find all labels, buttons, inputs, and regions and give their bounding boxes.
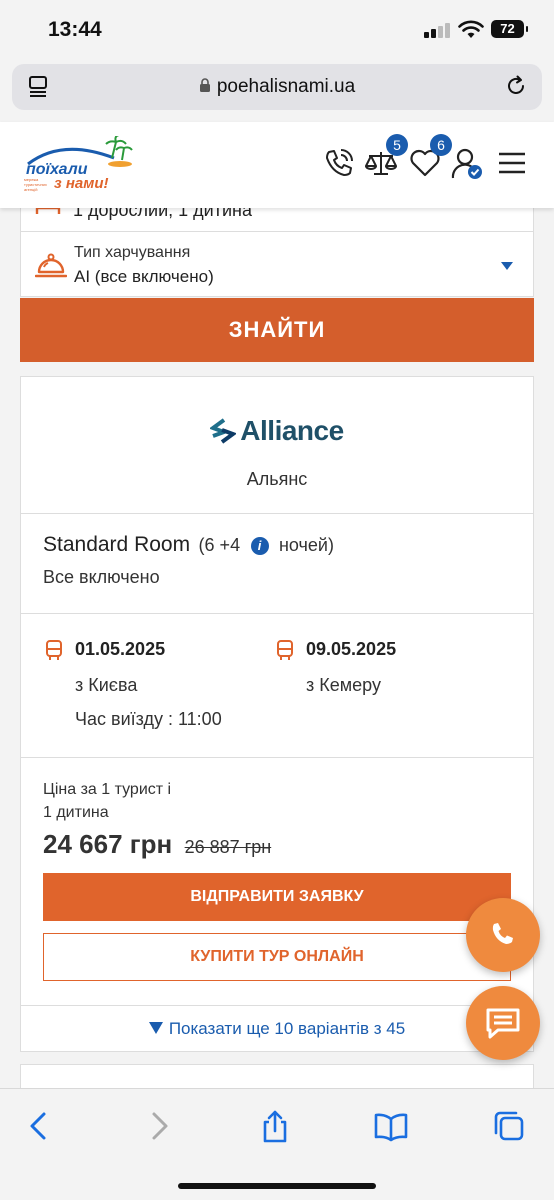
- call-fab-button[interactable]: [466, 898, 540, 972]
- hamburger-menu-icon[interactable]: [496, 146, 530, 180]
- next-tour-card: [20, 1064, 534, 1088]
- search-button[interactable]: ЗНАЙТИ: [20, 298, 534, 362]
- url-display[interactable]: poehalisnami.ua: [12, 76, 542, 98]
- bookmarks-icon[interactable]: [374, 1109, 408, 1143]
- operator-name: Альянс: [246, 469, 308, 489]
- compare-button[interactable]: 5: [364, 134, 408, 180]
- buy-tour-online-button[interactable]: КУПИТИ ТУР ОНЛАЙН: [43, 933, 511, 981]
- back-arrow-icon[interactable]: [22, 1109, 56, 1143]
- lock-icon: [199, 78, 210, 92]
- home-indicator: [178, 1183, 376, 1189]
- meal-plan: Все включено: [43, 567, 160, 587]
- operator-logo-text: Alliance: [240, 415, 344, 446]
- wifi-icon: [458, 20, 484, 38]
- share-icon[interactable]: [258, 1109, 292, 1143]
- chat-fab-button[interactable]: [466, 986, 540, 1060]
- dropdown-arrow-icon: [501, 262, 513, 270]
- price: 24 667 грн: [43, 829, 173, 859]
- price-label-line1: Ціна за 1 турист і: [43, 781, 172, 798]
- meal-type-select[interactable]: Тип харчування AI (все включено): [20, 231, 534, 297]
- nights-suffix: ночей): [278, 535, 334, 555]
- info-icon[interactable]: i: [250, 537, 269, 555]
- departure-time: Час виїзду : 11:00: [75, 709, 222, 729]
- phone-call-icon[interactable]: [322, 146, 356, 180]
- triangle-down-icon: [148, 1022, 163, 1034]
- url-text: poehalisnami.ua: [216, 76, 356, 97]
- logo-subtitle: мережа туристичних агенцій: [24, 177, 47, 192]
- bus-icon: [277, 640, 293, 660]
- price-row: 24 667 грн 26 887 грн: [43, 829, 271, 860]
- reload-icon[interactable]: [504, 74, 528, 98]
- chat-icon: [486, 1008, 520, 1039]
- site-header: поїхали з нами! мережа туристичних агенц…: [0, 122, 554, 208]
- favorites-button[interactable]: 6: [408, 134, 452, 180]
- old-price: 26 887 грн: [184, 837, 272, 857]
- divider: [21, 613, 533, 614]
- departure-city: з Києва: [75, 675, 138, 695]
- send-request-button[interactable]: ВІДПРАВИТИ ЗАЯВКУ: [43, 873, 511, 921]
- status-time: 13:44: [48, 18, 102, 41]
- tabs-icon[interactable]: [492, 1109, 526, 1143]
- address-bar[interactable]: poehalisnami.ua: [12, 64, 542, 110]
- compare-count-badge: 5: [386, 134, 408, 156]
- nights-prefix: (6 +4: [198, 535, 241, 555]
- user-account-icon[interactable]: [450, 146, 484, 180]
- forward-arrow-icon[interactable]: [142, 1109, 176, 1143]
- divider: [21, 513, 533, 514]
- show-more-variants-text: Показати ще 10 варіантів з 45: [168, 1019, 406, 1038]
- room-info: Standard Room (6 +4 i ночей): [43, 533, 334, 557]
- battery-icon: 72: [491, 20, 528, 38]
- meal-type-label: Тип харчування: [74, 244, 191, 261]
- divider: [21, 757, 533, 758]
- operator-logo: Alliance: [21, 415, 533, 447]
- phone-icon: [492, 923, 513, 944]
- food-cloche-icon: [35, 253, 67, 278]
- tour-offer-card: Alliance Альянс Standard Room (6 +4 i но…: [20, 376, 534, 1052]
- price-label-line2: 1 дитина: [43, 804, 109, 821]
- divider: [21, 1005, 533, 1006]
- meal-type-value: AI (все включено): [74, 267, 214, 286]
- show-more-variants-link[interactable]: Показати ще 10 варіантів з 45: [21, 1019, 533, 1039]
- return-date: 09.05.2025: [306, 639, 397, 659]
- cellular-signal-icon: [424, 22, 454, 38]
- bus-icon: [46, 640, 62, 660]
- site-logo[interactable]: поїхали з нами! мережа туристичних агенц…: [22, 134, 134, 196]
- logo-line2: з нами!: [54, 175, 109, 192]
- room-type: Standard Room: [43, 533, 191, 556]
- return-city: з Кемеру: [306, 675, 381, 695]
- status-bar: 13:44 72: [0, 0, 554, 60]
- tourists-icon: [35, 208, 61, 214]
- tourists-value: 1 дорослий, 1 дитина: [73, 208, 252, 220]
- favorites-count-badge: 6: [430, 134, 452, 156]
- departure-date: 01.05.2025: [75, 639, 166, 659]
- alliance-logo-icon: [209, 418, 238, 444]
- tourists-field[interactable]: 1 дорослий, 1 дитина: [20, 208, 534, 232]
